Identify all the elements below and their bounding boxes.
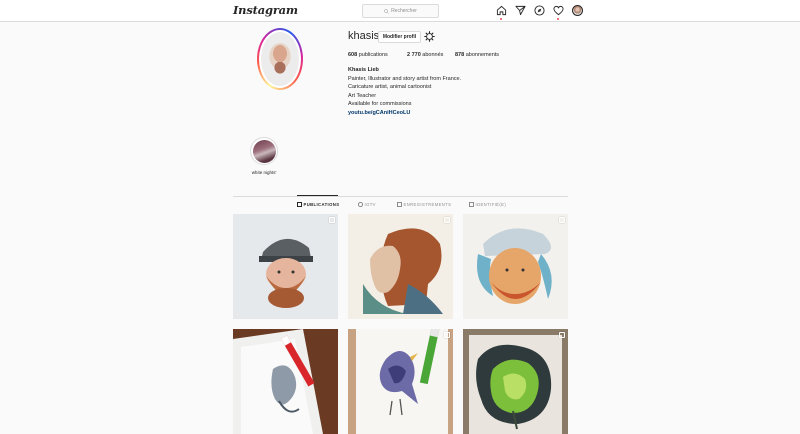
notification-dot bbox=[557, 18, 559, 20]
search-input[interactable]: Rechercher bbox=[362, 4, 439, 18]
bookmark-icon bbox=[397, 202, 402, 207]
post-thumbnail[interactable] bbox=[233, 214, 338, 319]
highlight-cover-image bbox=[252, 139, 276, 163]
post-image bbox=[463, 214, 568, 319]
direct-messages-icon[interactable] bbox=[514, 4, 526, 16]
bio-link[interactable]: youtu.be/gCAniHCeoLU bbox=[348, 109, 461, 118]
nav-icons bbox=[495, 4, 583, 20]
post-thumbnail[interactable] bbox=[348, 214, 453, 319]
activity-heart-icon[interactable] bbox=[552, 4, 564, 20]
active-tab-indicator bbox=[297, 195, 338, 196]
profile-full-name: Khasis Lieb bbox=[348, 67, 379, 73]
tab-saved[interactable]: ENREGISTREMENTS bbox=[397, 202, 451, 207]
multiple-posts-icon bbox=[559, 217, 565, 223]
following-stat[interactable]: 878 abonnements bbox=[455, 52, 499, 58]
followers-stat[interactable]: 2 770 abonnés bbox=[407, 52, 443, 58]
multiple-posts-icon bbox=[444, 332, 450, 338]
grid-icon bbox=[297, 202, 302, 207]
bio-line: Available for commissions bbox=[348, 101, 412, 108]
settings-gear-icon[interactable] bbox=[424, 31, 435, 42]
home-icon[interactable] bbox=[495, 4, 507, 20]
multiple-posts-icon bbox=[444, 217, 450, 223]
post-thumbnail[interactable] bbox=[233, 329, 338, 434]
profile-username: khasis bbox=[348, 30, 380, 42]
post-image bbox=[348, 329, 453, 434]
tab-publications[interactable]: PUBLICATIONS bbox=[297, 202, 339, 207]
igtv-icon bbox=[358, 202, 363, 207]
multiple-posts-icon bbox=[329, 217, 335, 223]
post-image bbox=[233, 329, 338, 434]
profile-bio: Khasis Lieb Painter, Illustrator and sto… bbox=[348, 66, 461, 118]
highlight-label: white nights' bbox=[251, 170, 277, 175]
tag-icon bbox=[469, 202, 474, 207]
post-thumbnail[interactable] bbox=[348, 329, 453, 434]
avatar bbox=[571, 4, 583, 16]
bio-line: Painter, Illustrator and story artist fr… bbox=[348, 75, 462, 82]
bio-line: Art Teacher bbox=[348, 92, 377, 99]
post-image bbox=[233, 214, 338, 319]
post-image bbox=[463, 329, 568, 434]
profile-photo bbox=[261, 32, 299, 86]
tab-igtv[interactable]: IGTV bbox=[358, 202, 376, 207]
edit-profile-button[interactable]: Modifier profil bbox=[378, 31, 421, 43]
story-highlight[interactable] bbox=[250, 137, 278, 165]
search-placeholder: Rechercher bbox=[391, 8, 417, 14]
profile-avatar-button[interactable] bbox=[571, 4, 583, 16]
top-navigation-bar: Instagram Rechercher bbox=[0, 0, 800, 22]
profile-picture[interactable] bbox=[257, 28, 303, 90]
post-thumbnail[interactable] bbox=[463, 214, 568, 319]
notification-dot bbox=[500, 18, 502, 20]
multiple-posts-icon bbox=[559, 332, 565, 338]
tab-tagged[interactable]: IDENTIFIÉ(E) bbox=[469, 202, 506, 207]
post-image bbox=[348, 214, 453, 319]
posts-stat: 608 publications bbox=[348, 52, 388, 58]
instagram-logo[interactable]: Instagram bbox=[233, 3, 298, 17]
tabs-divider bbox=[233, 196, 568, 197]
post-thumbnail[interactable] bbox=[463, 329, 568, 434]
bio-line: Caricature artist, animal cartoonist bbox=[348, 84, 432, 91]
search-icon bbox=[384, 8, 389, 14]
explore-icon[interactable] bbox=[533, 4, 545, 16]
